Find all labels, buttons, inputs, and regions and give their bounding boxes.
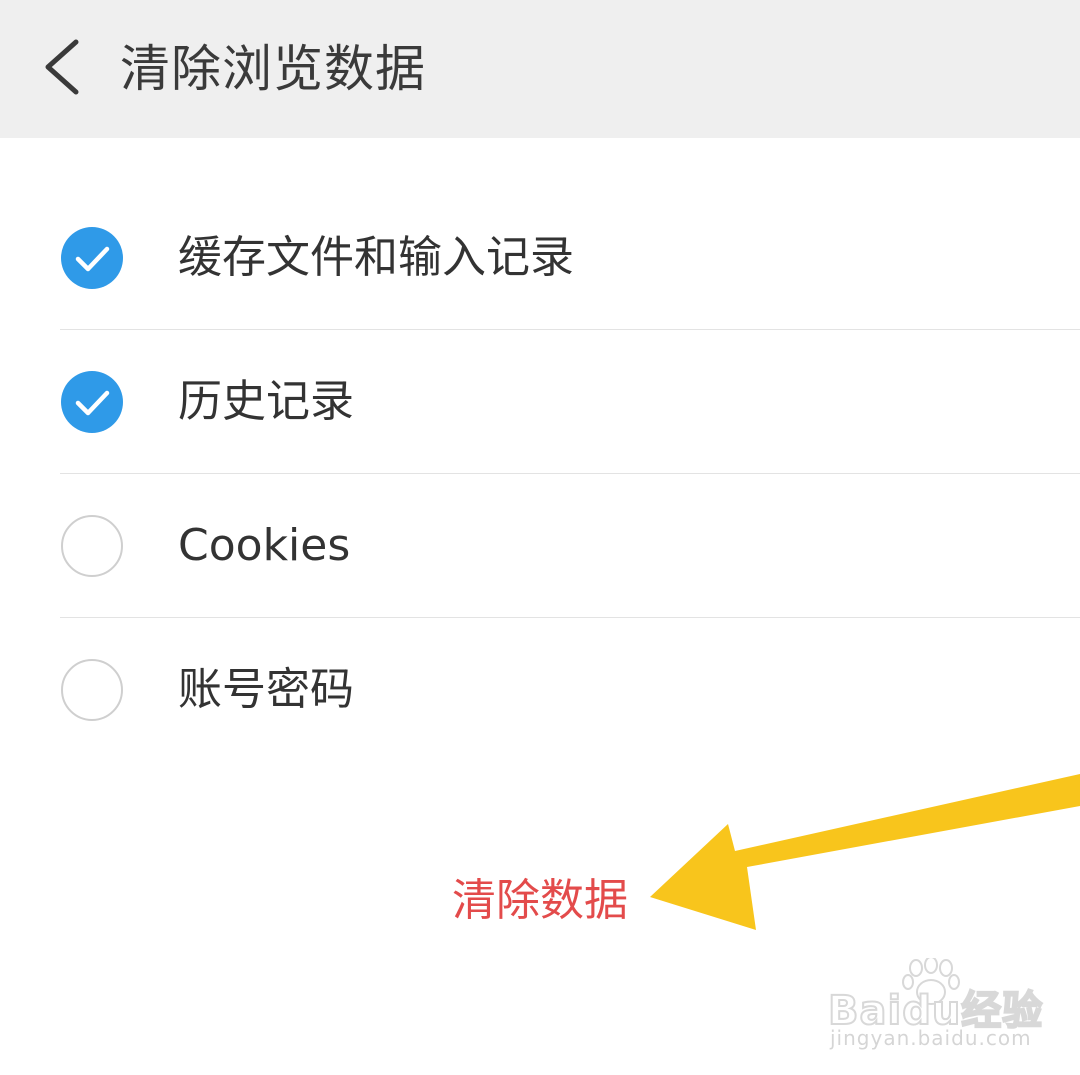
option-history[interactable]: 历史记录 [0,330,1080,474]
data-type-list: 缓存文件和输入记录 历史记录 Cookies 账号密码 [0,186,1080,762]
watermark: Baidu经验 jingyan.baidu.com [827,958,1058,1058]
option-label: Cookies [178,520,351,571]
checkbox-checked-icon[interactable] [60,226,124,290]
page-title: 清除浏览数据 [120,40,426,98]
option-cookies[interactable]: Cookies [0,474,1080,618]
option-label: 缓存文件和输入记录 [178,232,574,283]
checkbox-unchecked-icon[interactable] [60,658,124,722]
option-account-passwords[interactable]: 账号密码 [0,618,1080,762]
clear-data-button[interactable]: 清除数据 [420,866,660,936]
checkbox-checked-icon[interactable] [60,370,124,434]
option-cache-and-input[interactable]: 缓存文件和输入记录 [0,186,1080,330]
watermark-url: jingyan.baidu.com [830,1026,1032,1050]
top-bar: 清除浏览数据 [0,0,1080,138]
option-label: 历史记录 [178,376,354,427]
chevron-left-icon [45,39,79,95]
option-label: 账号密码 [178,664,354,715]
checkbox-unchecked-icon[interactable] [60,514,124,578]
back-button[interactable] [28,30,98,104]
arrow-pointer-icon [640,760,1080,940]
